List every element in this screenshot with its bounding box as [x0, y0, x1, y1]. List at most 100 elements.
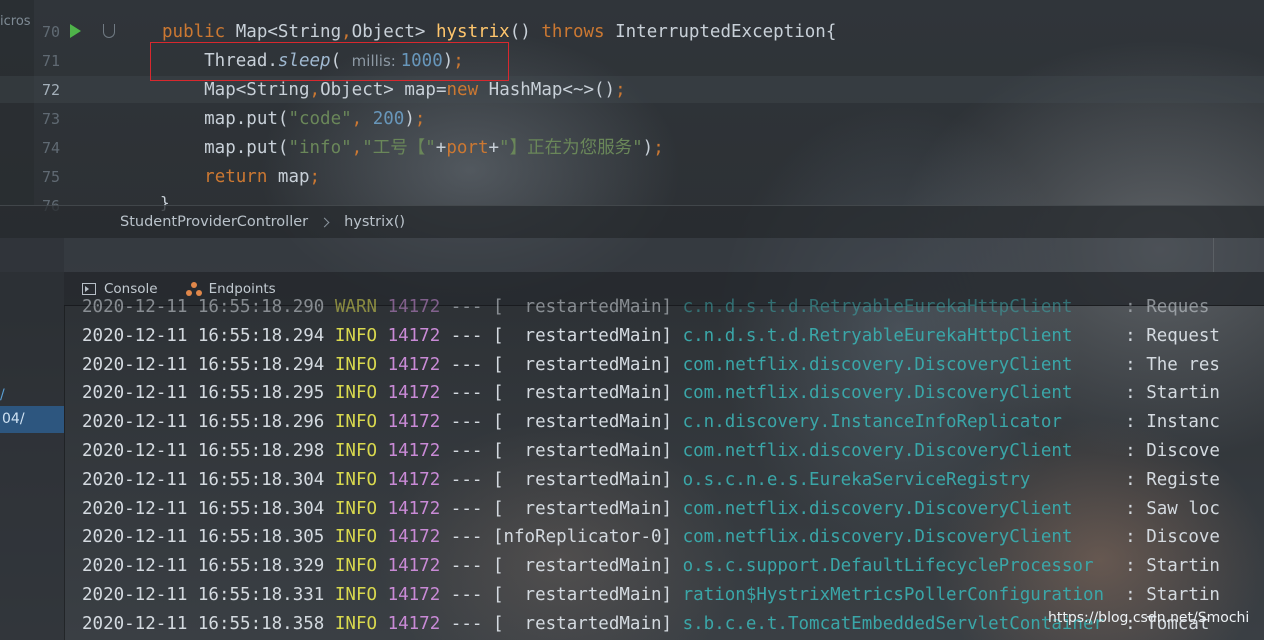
log-space — [324, 556, 335, 576]
log-pid: 14172 — [387, 613, 441, 634]
code-line[interactable]: return map; — [162, 163, 836, 192]
code-token: , — [309, 80, 321, 100]
log-thread: restartedMain] — [503, 325, 673, 346]
code-line[interactable]: map.put("code", 200); — [162, 105, 836, 134]
code-token: + — [435, 138, 447, 158]
code-token: public — [162, 22, 236, 42]
log-space — [324, 412, 335, 432]
code-token: Map<String — [162, 80, 310, 100]
code-token: " — [362, 138, 373, 158]
breadcrumb-class[interactable]: StudentProviderController — [120, 214, 308, 230]
log-ts: 2020-12-11 16:55:18.294 — [82, 325, 325, 346]
console-left-border — [64, 306, 65, 640]
log-pid: 14172 — [387, 498, 441, 519]
code-token: ; — [414, 109, 426, 129]
code-token: map.put( — [162, 138, 289, 158]
log-line: 2020-12-11 16:55:18.329 INFO 14172 --- [… — [82, 552, 1220, 581]
log-logger: com.netflix.discovery.DiscoveryClient — [682, 498, 1115, 519]
log-logger: c.n.d.s.t.d.RetryableEurekaHttpClient — [682, 297, 1115, 317]
log-space — [324, 470, 335, 490]
line-number: 75 — [41, 168, 60, 186]
toolbar-strip — [0, 238, 1264, 272]
log-thread: restartedMain] — [503, 469, 673, 490]
log-space — [672, 585, 683, 605]
log-space — [672, 441, 683, 461]
code-token: InterruptedException{ — [615, 22, 837, 42]
code-token: " — [499, 138, 510, 158]
log-msg: : Discove — [1114, 440, 1220, 461]
log-msg: : Request — [1114, 325, 1220, 346]
fold-marker-icon[interactable] — [103, 24, 115, 38]
log-logger: com.netflix.discovery.DiscoveryClient — [682, 383, 1115, 404]
code-token: hystrix — [435, 22, 510, 42]
code-token: ; — [653, 138, 664, 158]
code-token: , — [351, 109, 373, 129]
code-token: return — [204, 167, 278, 187]
log-pid: 14172 — [387, 556, 441, 577]
log-ts: 2020-12-11 16:55:18.290 — [82, 297, 325, 317]
code-token: " — [425, 138, 436, 158]
log-space — [324, 297, 335, 317]
log-space — [324, 499, 335, 519]
code-token: ) — [404, 109, 415, 129]
log-thread: restartedMain] — [503, 297, 673, 317]
log-msg: : Saw loc — [1114, 498, 1220, 519]
code-token: , — [341, 22, 352, 42]
log-thread: restartedMain] — [503, 440, 673, 461]
log-line: 2020-12-11 16:55:18.331 INFO 14172 --- [… — [82, 581, 1220, 610]
log-level: INFO — [334, 412, 378, 433]
log-level: INFO — [334, 469, 378, 490]
log-level: INFO — [334, 383, 378, 404]
log-msg: : Instanc — [1114, 412, 1220, 433]
log-line: 2020-12-11 16:55:18.294 INFO 14172 --- [… — [82, 351, 1220, 380]
log-space — [672, 355, 683, 375]
console-output[interactable]: 2020-12-11 16:55:18.290 WARN 14172 --- [… — [82, 293, 1220, 639]
log-level: INFO — [334, 527, 378, 548]
log-logger: ration$HystrixMetricsPollerConfiguration — [682, 584, 1115, 605]
line-number-gutter: 70717273747576 — [34, 18, 64, 221]
code-line[interactable]: map.put("info","工号【"+port+"】正在为您服务"); — [162, 134, 836, 163]
log-level: INFO — [334, 584, 378, 605]
log-thread: restartedMain] — [503, 584, 673, 605]
log-level: WARN — [334, 297, 378, 317]
code-token: ; — [309, 167, 321, 187]
line-number: 73 — [41, 110, 60, 128]
code-token: port — [446, 138, 489, 158]
log-line: 2020-12-11 16:55:18.290 WARN 14172 --- [… — [82, 293, 1220, 322]
log-pid: 14172 — [387, 584, 441, 605]
log-space — [672, 412, 683, 432]
breadcrumb-method[interactable]: hystrix() — [344, 214, 405, 230]
code-token: 工号【 — [372, 138, 426, 158]
log-sep: --- [ — [440, 412, 504, 433]
side-tree-item-selected[interactable]: 04/ — [0, 406, 64, 433]
log-ts: 2020-12-11 16:55:18.329 — [82, 556, 325, 577]
code-token: + — [488, 138, 500, 158]
log-level: INFO — [334, 354, 378, 375]
code-token: 】正在为您服务 — [509, 138, 633, 158]
side-tree-item[interactable]: / — [0, 387, 5, 403]
log-logger: o.s.c.n.e.s.EurekaServiceRegistry — [682, 469, 1115, 490]
code-token: HashMap<~>() — [488, 80, 616, 100]
log-space — [324, 614, 335, 634]
log-line: 2020-12-11 16:55:18.305 INFO 14172 --- [… — [82, 523, 1220, 552]
log-sep: --- [ — [440, 354, 504, 375]
log-space — [324, 355, 335, 375]
log-msg: : Registe — [1114, 469, 1220, 490]
log-line: 2020-12-11 16:55:18.304 INFO 14172 --- [… — [82, 495, 1220, 524]
run-gutter-icon[interactable] — [70, 24, 81, 38]
log-line: 2020-12-11 16:55:18.304 INFO 14172 --- [… — [82, 466, 1220, 495]
log-ts: 2020-12-11 16:55:18.304 — [82, 469, 325, 490]
log-space — [377, 326, 388, 346]
log-pid: 14172 — [387, 412, 441, 433]
log-space — [324, 441, 335, 461]
log-msg: : Startin — [1114, 556, 1220, 577]
log-space — [377, 527, 388, 547]
log-msg: : Reques — [1114, 297, 1210, 317]
log-logger: o.s.c.support.DefaultLifecycleProcessor — [682, 556, 1115, 577]
log-msg: : Startin — [1114, 383, 1220, 404]
log-space — [377, 412, 388, 432]
log-space — [324, 585, 335, 605]
log-logger: c.n.discovery.InstanceInfoReplicator — [682, 412, 1115, 433]
code-token: 200 — [372, 109, 405, 129]
log-space — [377, 441, 388, 461]
